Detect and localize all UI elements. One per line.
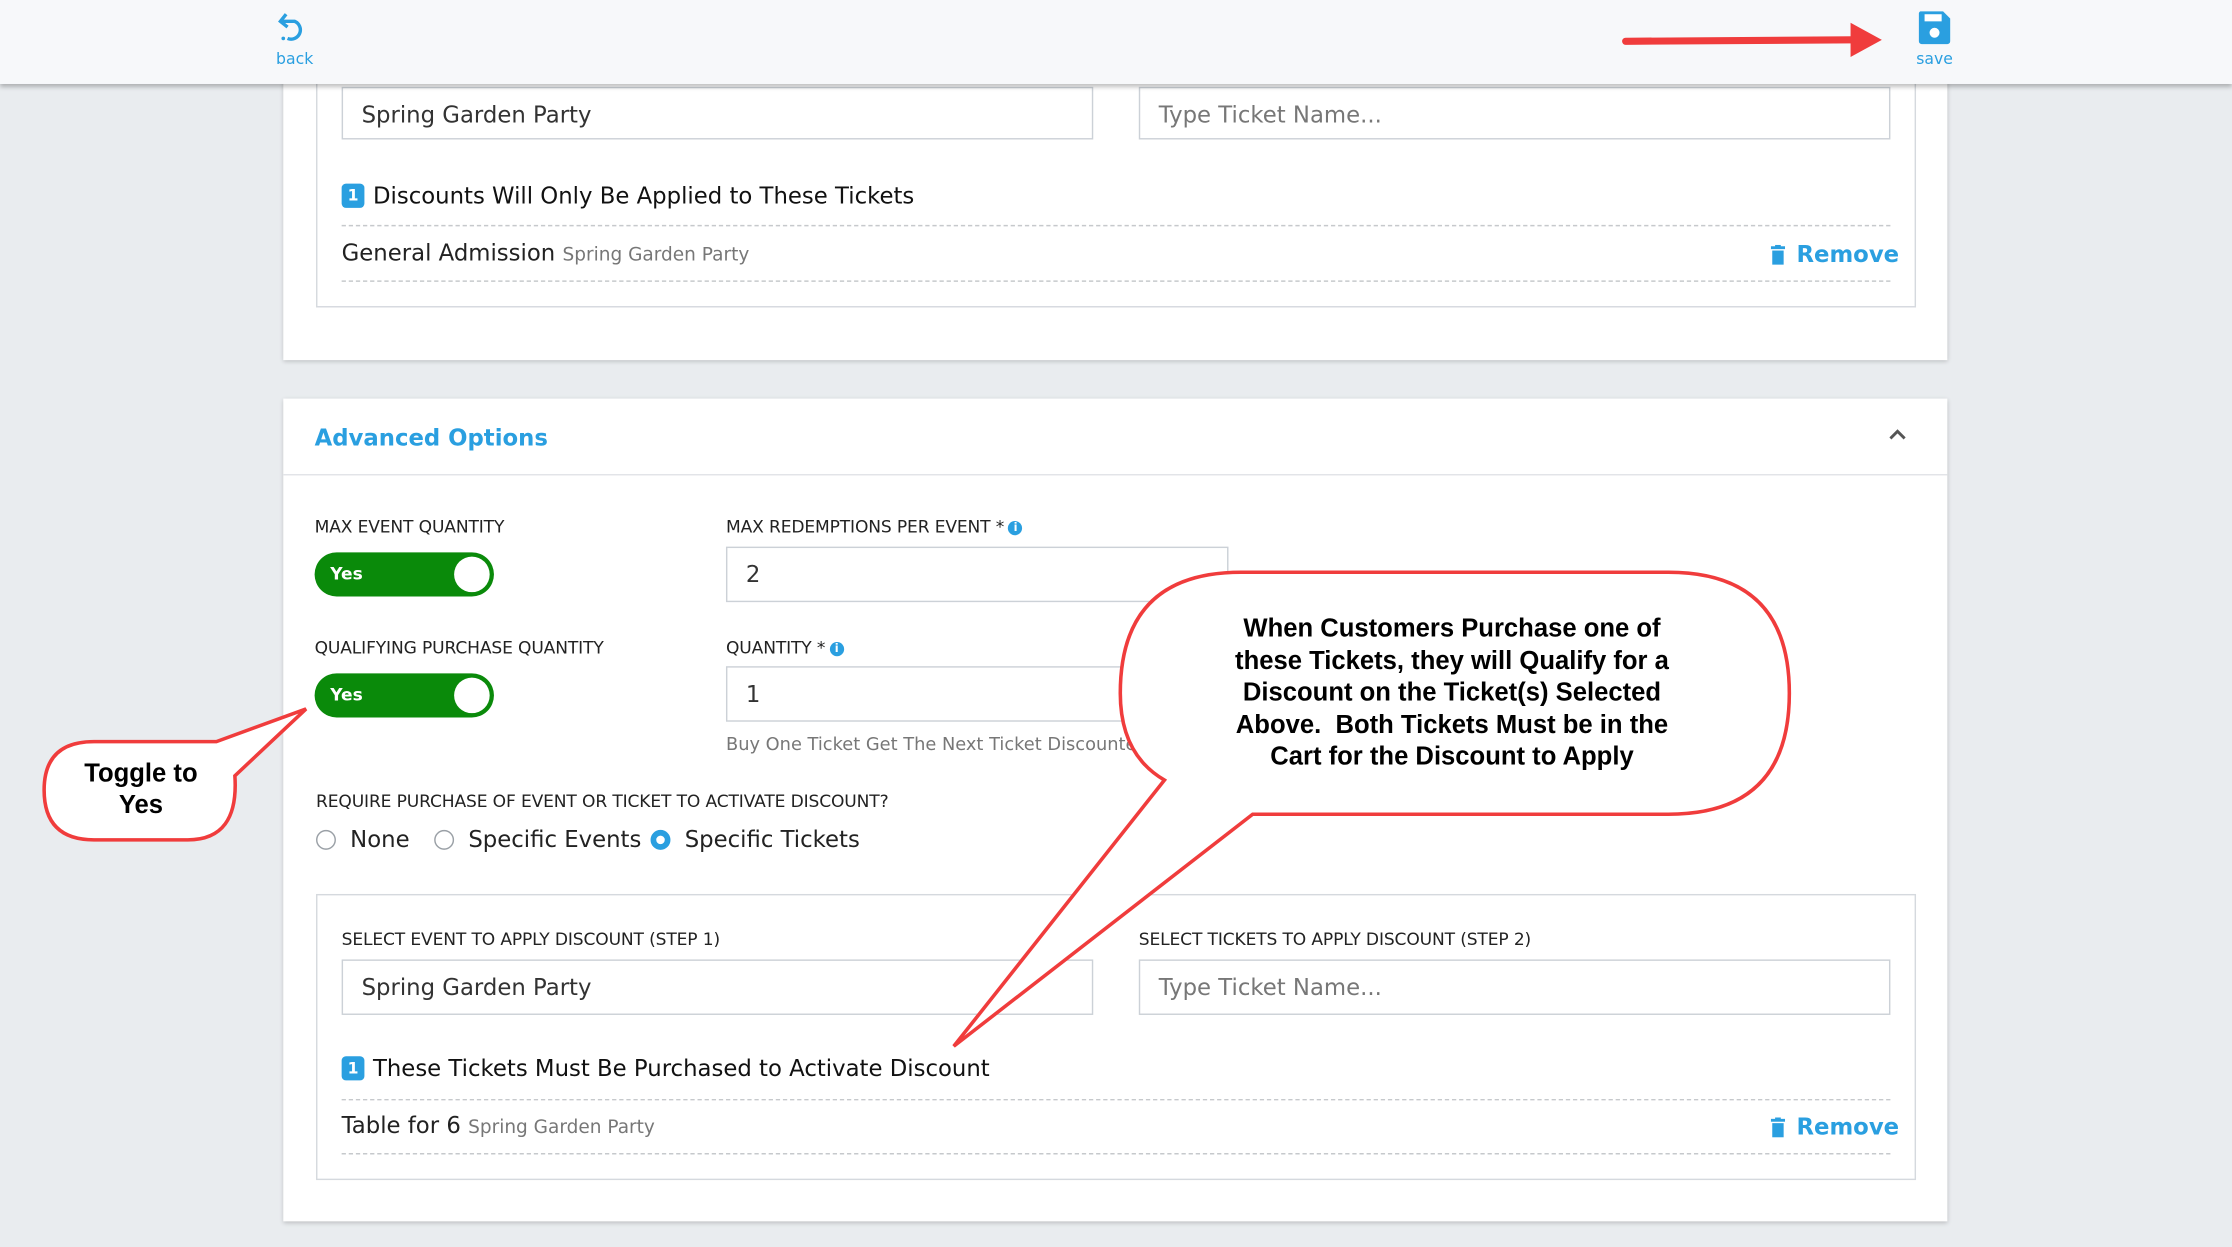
toggle-callout-text: Toggle to Yes [44, 757, 238, 820]
discount-callout-text: When Customers Purchase one of these Tic… [1139, 612, 1765, 772]
callout-line: these Tickets, they will Qualify for a [1235, 645, 1669, 675]
annotation-layer [42, 22, 1882, 1048]
red-arrow-annotation [1622, 22, 1882, 57]
callout-line: Toggle to [84, 758, 198, 788]
callout-line: Above. Both Tickets Must be in the [1235, 709, 1669, 739]
callout-line: When Customers Purchase one of [1243, 613, 1661, 642]
callout-line: Yes [118, 790, 164, 819]
callout-line: Discount on the Ticket(s) Selected [1242, 677, 1662, 707]
callout-line: Cart for the Discount to Apply [1270, 741, 1634, 771]
